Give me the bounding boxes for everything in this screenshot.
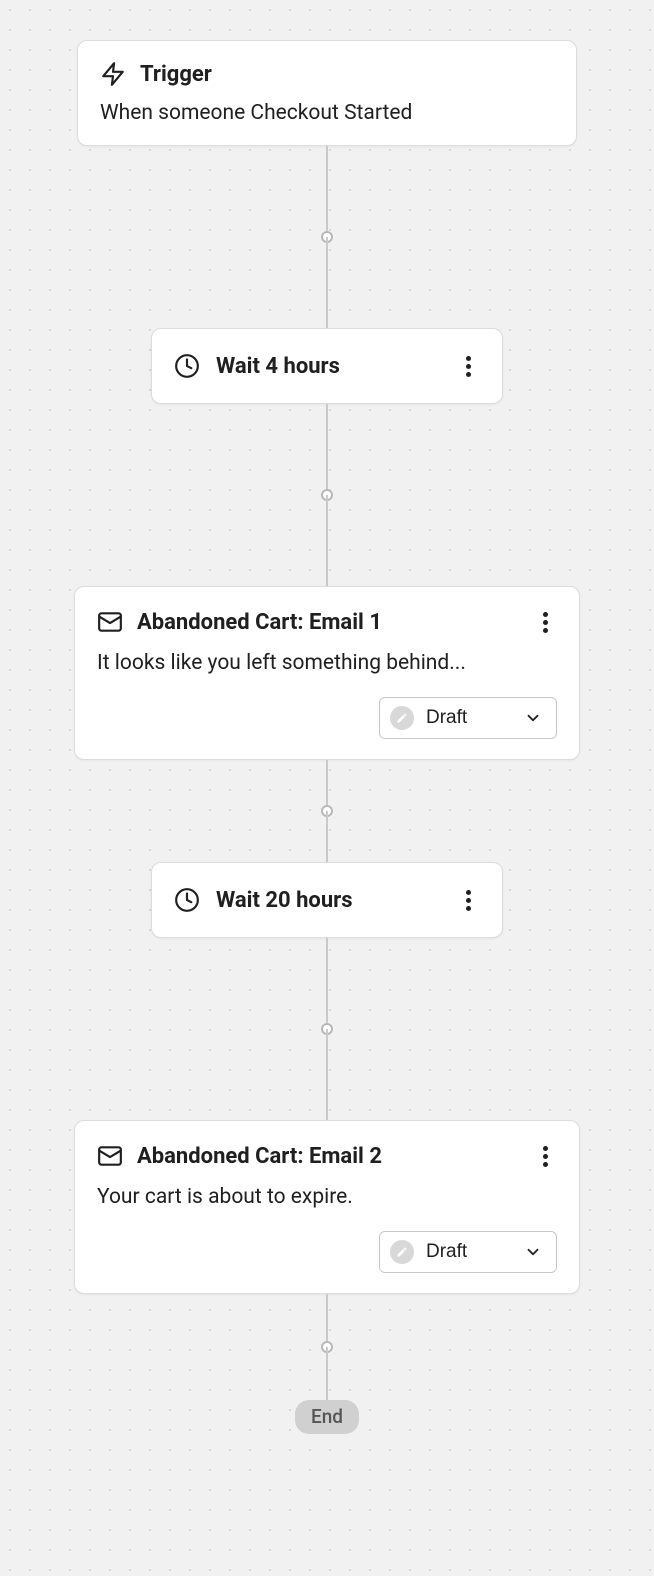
chevron-down-icon [524,709,542,727]
email-title: Abandoned Cart: Email 2 [137,1144,519,1169]
email-card[interactable]: Abandoned Cart: Email 1 It looks like yo… [74,586,580,760]
trigger-description: When someone Checkout Started [100,101,554,125]
pencil-icon [390,706,414,730]
more-options-button[interactable] [456,354,480,378]
connector [326,404,328,495]
connector [326,1347,328,1400]
status-label: Draft [426,707,512,729]
wait-card[interactable]: Wait 4 hours [151,328,503,404]
connector [326,811,328,862]
trigger-header: Trigger [100,61,554,87]
chevron-down-icon [524,1243,542,1261]
email-footer: Draft [97,697,557,739]
clock-icon [174,353,200,379]
status-dropdown[interactable]: Draft [379,697,557,739]
connector [326,938,328,1029]
trigger-card[interactable]: Trigger When someone Checkout Started [77,40,577,146]
email-header: Abandoned Cart: Email 2 [97,1143,557,1169]
email-title: Abandoned Cart: Email 1 [137,610,519,635]
email-card[interactable]: Abandoned Cart: Email 2 Your cart is abo… [74,1120,580,1294]
email-icon [97,609,123,635]
connector [326,495,328,586]
email-description: Your cart is about to expire. [97,1185,557,1209]
end-node: End [295,1400,359,1434]
more-options-button[interactable] [533,610,557,634]
email-description: It looks like you left something behind.… [97,651,557,675]
connector [326,146,328,237]
clock-icon [174,887,200,913]
status-label: Draft [426,1241,512,1263]
wait-card[interactable]: Wait 20 hours [151,862,503,938]
connector [326,1294,328,1347]
more-options-button[interactable] [533,1144,557,1168]
email-icon [97,1143,123,1169]
connector [326,237,328,328]
connector [326,760,328,811]
lightning-icon [100,61,126,87]
wait-label: Wait 4 hours [216,354,440,379]
email-footer: Draft [97,1231,557,1273]
trigger-title: Trigger [140,62,212,87]
pencil-icon [390,1240,414,1264]
connector [326,1029,328,1120]
more-options-button[interactable] [456,888,480,912]
flow-canvas[interactable]: Trigger When someone Checkout Started Wa… [0,0,654,1576]
email-header: Abandoned Cart: Email 1 [97,609,557,635]
status-dropdown[interactable]: Draft [379,1231,557,1273]
wait-label: Wait 20 hours [216,888,440,913]
